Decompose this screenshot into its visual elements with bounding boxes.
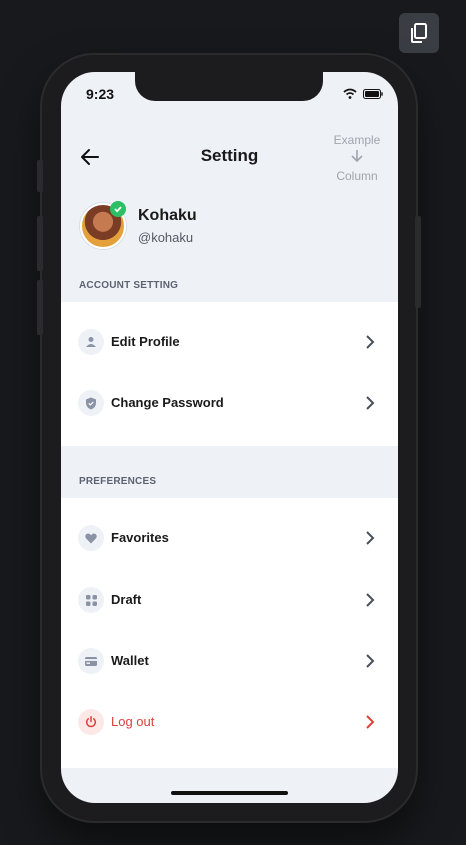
home-indicator (171, 791, 288, 795)
volume-down-button (37, 280, 43, 335)
menu-item-wallet[interactable]: Wallet (61, 641, 398, 681)
menu-item-log-out[interactable]: Log out (61, 702, 398, 742)
heart-icon (78, 525, 104, 551)
status-icons (343, 88, 383, 99)
chevron-right-icon (366, 715, 375, 729)
verified-badge-icon (110, 201, 126, 217)
profile-summary: Kohaku @kohaku (80, 201, 380, 249)
menu-item-edit-profile[interactable]: Edit Profile (61, 322, 398, 362)
copy-button[interactable] (399, 13, 439, 53)
chevron-right-icon (366, 531, 375, 545)
power-side-button (415, 216, 421, 308)
menu-item-draft[interactable]: Draft (61, 580, 398, 620)
menu-item-label: Draft (111, 592, 142, 607)
card-icon (78, 648, 104, 674)
chevron-right-icon (366, 593, 375, 607)
battery-icon (363, 88, 383, 99)
menu-item-change-password[interactable]: Change Password (61, 383, 398, 423)
account-settings-card: Edit Profile Change Password (61, 302, 398, 446)
chevron-right-icon (366, 396, 375, 410)
menu-item-label: Favorites (111, 530, 169, 545)
status-time: 9:23 (86, 86, 115, 102)
preferences-card: Favorites Draft Wallet Log out (61, 498, 398, 768)
notch (135, 72, 323, 101)
menu-item-label: Log out (111, 714, 155, 729)
grid-icon (78, 587, 104, 613)
person-icon (78, 329, 104, 355)
power-icon (78, 709, 104, 735)
chevron-right-icon (366, 654, 375, 668)
app-header: Setting Example Column (61, 132, 398, 184)
mute-switch (37, 160, 43, 192)
wifi-icon (343, 88, 357, 99)
menu-item-label: Change Password (111, 395, 224, 410)
profile-handle: @kohaku (138, 230, 194, 245)
example-label-bottom: Column (336, 169, 378, 183)
arrow-down-icon (351, 150, 363, 163)
phone-screen: 9:23 Setting Example Column Kohaku @koha… (61, 72, 398, 803)
menu-item-label: Edit Profile (111, 334, 180, 349)
menu-item-label: Wallet (111, 653, 149, 668)
section-title-preferences: PREFERENCES (79, 476, 157, 487)
menu-item-favorites[interactable]: Favorites (61, 518, 398, 558)
profile-name: Kohaku (138, 207, 197, 224)
section-title-account: ACCOUNT SETTING (79, 280, 179, 291)
chevron-right-icon (366, 335, 375, 349)
volume-up-button (37, 216, 43, 271)
copy-icon (411, 23, 427, 43)
example-column-label: Example Column (329, 132, 385, 185)
example-label-top: Example (333, 133, 381, 147)
shield-icon (78, 390, 104, 416)
